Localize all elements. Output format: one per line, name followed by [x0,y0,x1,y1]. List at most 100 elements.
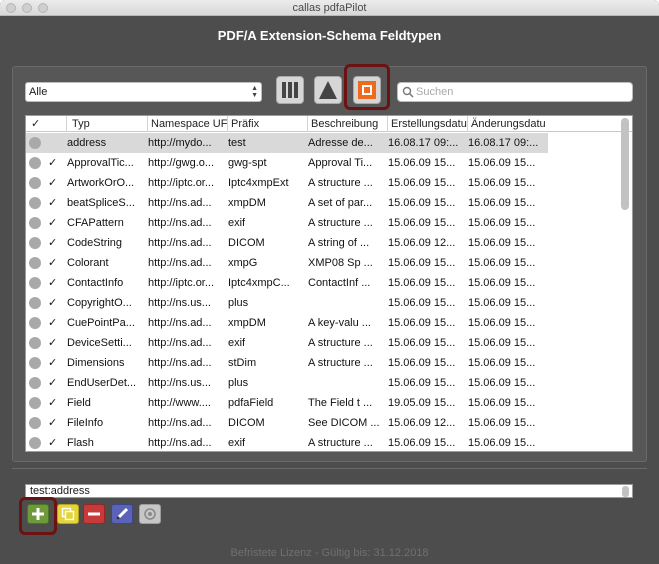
enabled-checkmark[interactable]: ✓ [48,253,62,273]
table-row[interactable]: ✓ FileInfo http://ns.ad... DICOM See DICOM .… [26,413,548,433]
cell-erstellungsdatum: 15.06.09 15... [388,217,456,229]
table-row[interactable]: address http://mydo... test Adresse de... 16… [26,133,548,153]
cell-praefix: plus [228,297,249,309]
reset-button[interactable] [139,504,161,524]
cell-typ: DeviceSetti... [67,337,132,349]
table-row[interactable]: ✓ CuePointPa... http://ns.ad... xmpDM A key-… [26,313,548,333]
cell-aenderungsdatum: 15.06.09 15... [468,397,536,409]
cell-erstellungsdatum: 19.05.09 15... [388,397,456,409]
table-row[interactable]: ✓ CodeString http://ns.ad... DICOM A string … [26,233,548,253]
cell-erstellungsdatum: 15.06.09 15... [388,377,456,389]
enabled-checkmark[interactable]: ✓ [48,413,62,433]
table-row[interactable]: ✓ CopyrightO... http://ns.us... plus 15.06.0… [26,293,548,313]
columns-view-button[interactable] [276,76,304,104]
table-row[interactable]: ✓ Colorant http://ns.ad... xmpG XMP08 Sp ...… [26,253,548,273]
stop-button[interactable] [353,76,381,104]
filter-dropdown[interactable]: Alle ▲ ▼ [25,82,262,102]
table-row[interactable]: ✓ DeviceSetti... http://ns.ad... exif A stru… [26,333,548,353]
cell-beschreibung: A structure ... [308,357,373,369]
cell-namespace: http://iptc.or... [148,277,215,289]
column-header-aenderungsdatum[interactable]: Änderungsdatu [467,116,548,132]
table-scrollbar[interactable] [621,118,629,210]
remove-button[interactable] [83,504,105,524]
cell-aenderungsdatum: 15.06.09 15... [468,257,536,269]
table-row[interactable]: ✓ Field http://www.... pdfaField The Field t… [26,393,548,413]
column-header-beschreibung[interactable]: Beschreibung [307,116,387,132]
cell-erstellungsdatum: 15.06.09 12... [388,417,456,429]
table-row[interactable]: ✓ CFAPattern http://ns.ad... exif A structur… [26,213,548,233]
table-row[interactable]: ✓ ContactInfo http://iptc.or... Iptc4xmpC..… [26,273,548,293]
column-header-enabled[interactable]: ✓ [26,116,66,132]
cell-typ: Colorant [67,257,109,269]
cell-praefix: xmpDM [228,197,266,209]
cell-beschreibung: A structure ... [308,177,373,189]
detail-scrollbar[interactable] [622,486,629,497]
detail-field[interactable]: test:address [25,484,633,498]
zoom-window-button[interactable] [38,3,48,13]
table-row[interactable]: ✓ EndUserDet... http://ns.us... plus 15.06.0… [26,373,548,393]
cell-erstellungsdatum: 15.06.09 15... [388,277,456,289]
enabled-checkmark[interactable]: ✓ [48,173,62,193]
cell-praefix: pdfaField [228,397,274,409]
enabled-checkmark[interactable]: ✓ [48,373,62,393]
license-status: Befristete Lizenz - Gültig bis: 31.12.20… [230,547,429,559]
cell-aenderungsdatum: 15.06.09 15... [468,237,536,249]
cell-beschreibung: ContactInf ... [308,277,371,289]
table-row[interactable]: ✓ Dimensions http://ns.ad... stDim A structu… [26,353,548,373]
cell-erstellungsdatum: 15.06.09 15... [388,257,456,269]
triangle-view-button[interactable] [314,76,342,104]
column-header-typ[interactable]: Typ [66,116,147,132]
status-dot-icon [29,437,41,449]
enabled-checkmark[interactable]: ✓ [48,353,62,373]
cell-praefix: stDim [228,357,257,369]
cell-beschreibung: A structure ... [308,437,373,449]
cell-aenderungsdatum: 15.06.09 15... [468,417,536,429]
plus-icon [32,508,44,520]
enabled-checkmark[interactable] [48,133,62,153]
cell-aenderungsdatum: 15.06.09 15... [468,317,536,329]
enabled-checkmark[interactable]: ✓ [48,433,62,451]
enabled-checkmark[interactable]: ✓ [48,393,62,413]
table-row[interactable]: ✓ beatSpliceS... http://ns.ad... xmpDM A set… [26,193,548,213]
enabled-checkmark[interactable]: ✓ [48,313,62,333]
enabled-checkmark[interactable]: ✓ [48,333,62,353]
minimize-window-button[interactable] [22,3,32,13]
page-title: PDF/A Extension-Schema Feldtypen [217,28,442,43]
window-title: callas pdfaPilot [292,2,367,14]
app-window: callas pdfaPilot PDF/A Extension-Schema … [0,0,659,564]
column-header-erstellungsdatum[interactable]: Erstellungsdatu [387,116,467,132]
cell-praefix: DICOM [228,237,265,249]
column-header-namespace[interactable]: Namespace UF [147,116,227,132]
enabled-checkmark[interactable]: ✓ [48,273,62,293]
enabled-checkmark[interactable]: ✓ [48,153,62,173]
triangle-view-icon [319,81,337,99]
filter-value: Alle [29,86,48,98]
cell-namespace: http://ns.ad... [148,237,212,249]
enabled-checkmark[interactable]: ✓ [48,293,62,313]
cell-namespace: http://gwg.o... [148,157,215,169]
search-field[interactable] [397,82,633,102]
schema-table: ✓ Typ Namespace UF Präfix Beschreibung E… [25,115,633,452]
cell-namespace: http://ns.ad... [148,417,212,429]
column-header-praefix[interactable]: Präfix [227,116,307,132]
table-row[interactable]: ✓ ArtworkOrO... http://iptc.or... Iptc4xmpE… [26,173,548,193]
enabled-checkmark[interactable]: ✓ [48,213,62,233]
duplicate-button[interactable] [57,504,79,524]
cell-typ: ArtworkOrO... [67,177,135,189]
table-row[interactable]: ✓ Flash http://ns.ad... exif A structure ...… [26,433,548,451]
cell-beschreibung: A set of par... [308,197,373,209]
enabled-checkmark[interactable]: ✓ [48,233,62,253]
status-dot-icon [29,337,41,349]
status-dot-icon [29,157,41,169]
cell-praefix: DICOM [228,417,265,429]
enabled-checkmark[interactable]: ✓ [48,193,62,213]
table-row[interactable]: ✓ ApprovalTic... http://gwg.o... gwg-spt App… [26,153,548,173]
cell-erstellungsdatum: 15.06.09 15... [388,297,456,309]
add-button[interactable] [27,504,49,524]
search-input[interactable] [416,84,626,100]
edit-button[interactable] [111,504,133,524]
status-dot-icon [29,377,41,389]
cell-aenderungsdatum: 16.08.17 09:... [468,137,539,149]
close-window-button[interactable] [6,3,16,13]
cell-praefix: exif [228,437,246,449]
